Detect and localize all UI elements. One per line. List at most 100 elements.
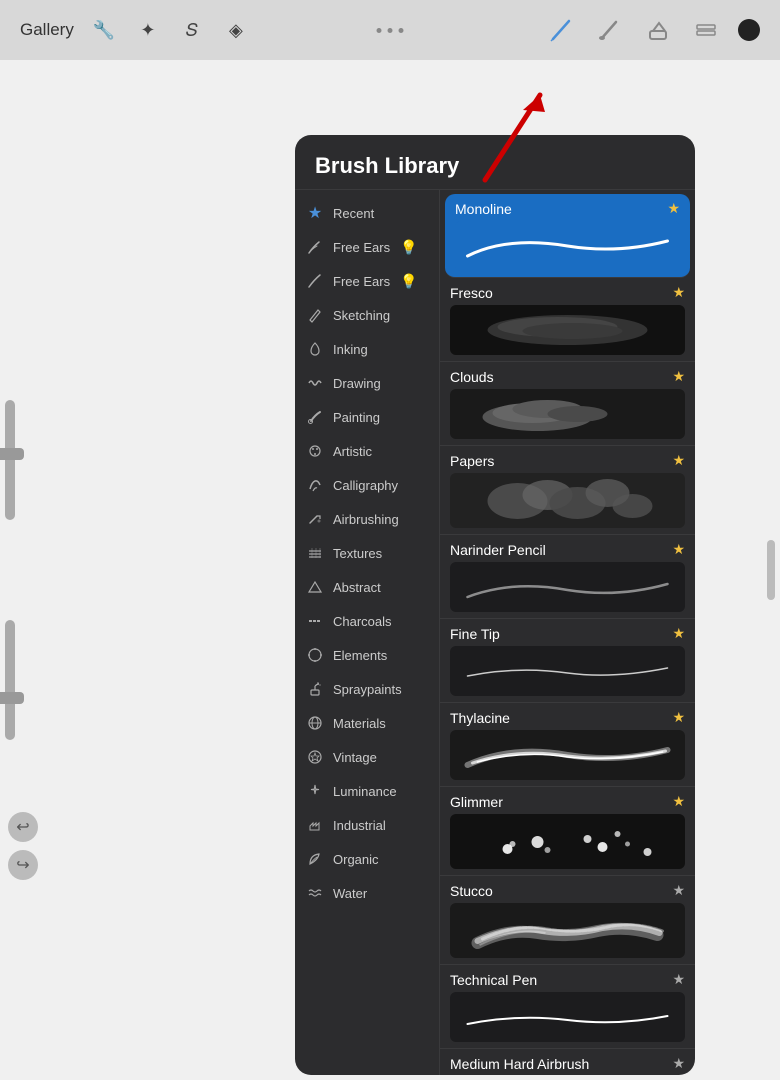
nav-item-luminance[interactable]: Luminance [295, 774, 439, 808]
magic-icon[interactable]: ✦ [134, 16, 162, 44]
canvas-area: ↩ ↪ Brush Library ★ Recent [0, 60, 780, 1080]
nav-item-industrial[interactable]: Industrial [295, 808, 439, 842]
opacity-slider[interactable] [5, 620, 15, 740]
brush-preview-clouds [450, 389, 685, 439]
brush-name-narinder: Narinder Pencil [450, 542, 546, 558]
nav-label-painting: Painting [333, 410, 380, 425]
navigate-icon[interactable]: ◈ [222, 16, 250, 44]
brush-list: Monoline ★ Fresco ★ [440, 190, 695, 1075]
nav-item-sketching[interactable]: Sketching [295, 298, 439, 332]
nav-label-free-ears-2: Free Ears [333, 274, 390, 289]
nav-item-elements[interactable]: Elements [295, 638, 439, 672]
nav-item-inking[interactable]: Inking [295, 332, 439, 366]
brush-star-thylacine: ★ [672, 709, 685, 726]
brush-star-glimmer: ★ [672, 793, 685, 810]
nav-label-materials: Materials [333, 716, 386, 731]
nav-label-industrial: Industrial [333, 818, 386, 833]
brush-preview-thylacine [450, 730, 685, 780]
nav-label-inking: Inking [333, 342, 368, 357]
brush-item-papers[interactable]: Papers ★ [440, 446, 695, 535]
brush-item-technical-pen[interactable]: Technical Pen ★ [440, 965, 695, 1049]
redo-button[interactable]: ↪ [8, 850, 38, 880]
ink-icon [305, 339, 325, 359]
brush-library-panel: Brush Library ★ Recent [295, 135, 695, 1075]
brush-star-clouds: ★ [672, 368, 685, 385]
smudge-tool-icon[interactable] [594, 14, 626, 46]
nav-item-organic[interactable]: Organic [295, 842, 439, 876]
nav-label-sketching: Sketching [333, 308, 390, 323]
brush-name-glimmer: Glimmer [450, 794, 503, 810]
squiggle-icon [305, 373, 325, 393]
brush-item-airbrush[interactable]: Medium Hard Airbrush ★ [440, 1049, 695, 1075]
brush-star-monoline: ★ [667, 200, 680, 217]
airbrush-icon [305, 509, 325, 529]
brush-preview-technical-pen [450, 992, 685, 1042]
nav-label-abstract: Abstract [333, 580, 381, 595]
brush-preview-monoline [455, 221, 680, 271]
brush-size-slider[interactable] [5, 400, 15, 520]
nav-item-materials[interactable]: Materials [295, 706, 439, 740]
brush-item-monoline[interactable]: Monoline ★ [445, 194, 690, 278]
eraser-tool-icon[interactable] [642, 14, 674, 46]
brush-preview-fresco [450, 305, 685, 355]
nav-item-artistic[interactable]: Artistic [295, 434, 439, 468]
brush-preview-stucco [450, 903, 685, 958]
brush-name-stucco: Stucco [450, 883, 493, 899]
nav-item-drawing[interactable]: Drawing [295, 366, 439, 400]
brush-item-fresco[interactable]: Fresco ★ [440, 278, 695, 362]
paintbrush-tool-icon[interactable] [546, 14, 578, 46]
brush-item-stucco[interactable]: Stucco ★ [440, 876, 695, 965]
leaf-icon [305, 849, 325, 869]
charcoal-icon [305, 611, 325, 631]
star-icon: ★ [305, 203, 325, 223]
nav-label-vintage: Vintage [333, 750, 377, 765]
brush-star-papers: ★ [672, 452, 685, 469]
brush-star-airbrush: ★ [672, 1055, 685, 1072]
wrench-icon[interactable]: 🔧 [90, 16, 118, 44]
brush-item-narinder[interactable]: Narinder Pencil ★ [440, 535, 695, 619]
nav-item-free-ears-1[interactable]: Free Ears 💡 [295, 230, 439, 264]
nav-item-recent[interactable]: ★ Recent [295, 196, 439, 230]
gallery-button[interactable]: Gallery [20, 20, 74, 40]
nav-item-vintage[interactable]: Vintage [295, 740, 439, 774]
spray-icon [305, 679, 325, 699]
nav-item-spraypaints[interactable]: Spraypaints [295, 672, 439, 706]
brush-name-technical-pen: Technical Pen [450, 972, 537, 988]
nav-item-water[interactable]: Water [295, 876, 439, 910]
undo-button[interactable]: ↩ [8, 812, 38, 842]
brush-name-monoline: Monoline [455, 201, 512, 217]
nav-label-calligraphy: Calligraphy [333, 478, 398, 493]
brush-item-clouds[interactable]: Clouds ★ [440, 362, 695, 446]
nav-item-textures[interactable]: Textures [295, 536, 439, 570]
nav-label-artistic: Artistic [333, 444, 372, 459]
brush-item-thylacine[interactable]: Thylacine ★ [440, 703, 695, 787]
panel-title: Brush Library [315, 153, 459, 178]
left-sliders [5, 400, 15, 740]
nav-item-abstract[interactable]: Abstract [295, 570, 439, 604]
nav-label-elements: Elements [333, 648, 387, 663]
brush-item-fine-tip[interactable]: Fine Tip ★ [440, 619, 695, 703]
nav-item-free-ears-2[interactable]: Free Ears 💡 [295, 264, 439, 298]
nav-label-drawing: Drawing [333, 376, 381, 391]
nav-label-organic: Organic [333, 852, 379, 867]
brush-nav: ★ Recent Free Ears 💡 [295, 190, 440, 1075]
elements-icon [305, 645, 325, 665]
history-icon[interactable]: 𝑆 [178, 16, 206, 44]
layers-tool-icon[interactable] [690, 14, 722, 46]
nav-label-charcoals: Charcoals [333, 614, 392, 629]
brush-name-clouds: Clouds [450, 369, 494, 385]
nav-item-charcoals[interactable]: Charcoals [295, 604, 439, 638]
triangle-icon [305, 577, 325, 597]
nav-item-calligraphy[interactable]: Calligraphy [295, 468, 439, 502]
brush-item-glimmer[interactable]: Glimmer ★ [440, 787, 695, 876]
free-ears-2-badge: 💡 [400, 273, 417, 290]
texture-icon [305, 543, 325, 563]
nav-label-water: Water [333, 886, 367, 901]
nav-item-painting[interactable]: Painting [295, 400, 439, 434]
industrial-icon [305, 815, 325, 835]
nav-item-airbrushing[interactable]: Airbrushing [295, 502, 439, 536]
nav-label-spraypaints: Spraypaints [333, 682, 402, 697]
top-bar-center [377, 28, 404, 33]
nav-label-luminance: Luminance [333, 784, 397, 799]
sparkle-icon [305, 781, 325, 801]
